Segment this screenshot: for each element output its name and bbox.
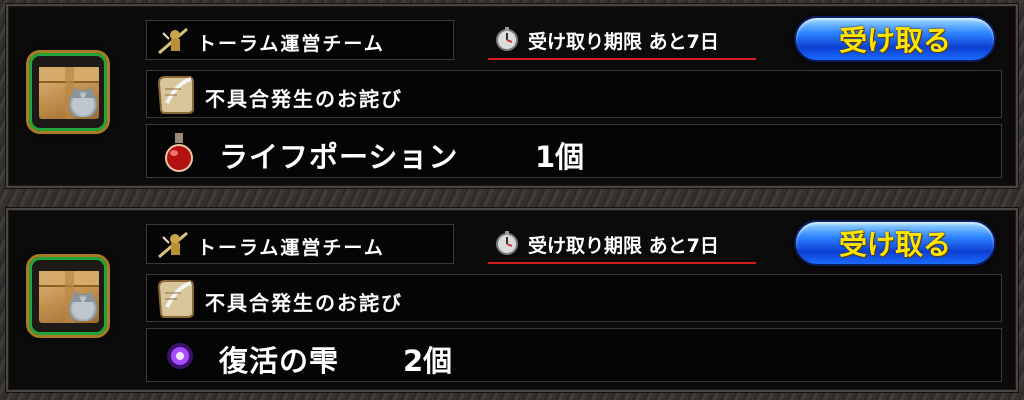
knight-icon [158, 27, 188, 55]
sender-panel: トーラム運営チーム [146, 224, 454, 264]
attached-item-panel: ライフポーション 1個 [146, 124, 1002, 178]
stopwatch-icon [496, 231, 518, 255]
mail-thumbnail [26, 50, 110, 134]
attached-item-panel: 復活の雫 2個 [146, 328, 1002, 382]
sender-panel: トーラム運営チーム [146, 20, 454, 60]
cat-mascot-icon [69, 86, 97, 117]
stopwatch-icon [496, 27, 518, 51]
cat-mascot-icon [69, 290, 97, 321]
deadline-text: 受け取り期限 あと7日 [528, 31, 719, 53]
subject-panel: 不具合発生のお詫び [146, 70, 1002, 118]
mail-thumbnail [26, 254, 110, 338]
purple-orb-icon [167, 343, 193, 369]
sender-name: トーラム運営チーム [197, 33, 385, 55]
claim-button[interactable]: 受け取る [794, 220, 996, 266]
item-quantity: 2個 [403, 344, 453, 378]
item-quantity: 1個 [535, 140, 585, 174]
item-name: 復活の雫 [219, 344, 340, 378]
scroll-quill-icon [157, 76, 194, 114]
subject-panel: 不具合発生のお詫び [146, 274, 1002, 322]
deadline-label: 受け取り期限 あと7日 [488, 20, 756, 60]
mail-subject: 不具合発生のお詫び [205, 291, 403, 315]
claim-button[interactable]: 受け取る [794, 16, 996, 62]
mail-card: トーラム運営チーム 受け取り期限 あと7日 受け取る 不具合発生のお詫び 復活の… [6, 208, 1018, 392]
scroll-quill-icon [157, 280, 194, 318]
deadline-label: 受け取り期限 あと7日 [488, 224, 756, 264]
deadline-text: 受け取り期限 あと7日 [528, 235, 719, 257]
mail-card: トーラム運営チーム 受け取り期限 あと7日 受け取る 不具合発生のお詫び ライフ… [6, 4, 1018, 188]
mail-subject: 不具合発生のお詫び [205, 87, 403, 111]
sender-name: トーラム運営チーム [197, 237, 385, 259]
knight-icon [158, 231, 188, 259]
red-potion-icon [165, 133, 193, 172]
item-name: ライフポーション [219, 140, 459, 174]
